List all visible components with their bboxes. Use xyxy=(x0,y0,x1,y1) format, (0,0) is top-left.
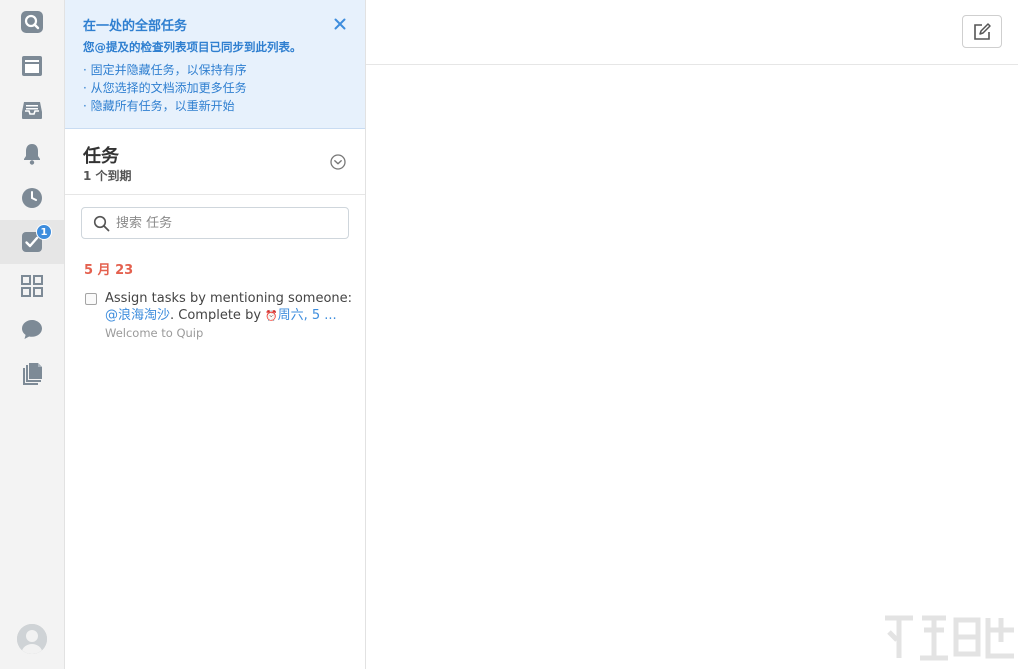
banner-subtitle: 您@提及的检查列表项目已同步到此列表。 xyxy=(83,40,302,54)
grid-icon xyxy=(21,275,43,297)
task-complete-by-text: . Complete by xyxy=(170,308,266,323)
task-list-item[interactable]: Assign tasks by mentioning someone: @浪海淘… xyxy=(81,288,361,348)
date-group-heading: 5 月 23 xyxy=(84,263,134,278)
rail-documents[interactable] xyxy=(0,44,64,88)
banner-bullet-list: · 固定并隐藏任务，以保持有序 · 从您选择的文档添加更多任务 · 隐藏所有任务… xyxy=(83,61,247,115)
alarm-clock-icon: ⏰ xyxy=(265,311,278,322)
tasks-due-count: 1 个到期 xyxy=(83,169,132,183)
document-icon xyxy=(22,56,42,76)
banner-bullet: · 隐藏所有任务，以重新开始 xyxy=(83,99,235,113)
search-icon xyxy=(21,11,43,33)
compose-edit-icon xyxy=(974,22,991,40)
banner-title: 在一处的全部任务 xyxy=(83,19,188,34)
avatar-person-icon xyxy=(17,624,47,654)
rail-recent[interactable] xyxy=(0,176,64,220)
task-search-input[interactable] xyxy=(116,212,341,234)
task-mention-link[interactable]: @浪海淘沙 xyxy=(105,308,170,323)
bell-icon xyxy=(24,144,40,165)
rail-search[interactable] xyxy=(0,0,64,44)
task-due-date[interactable]: 周六, 5 ... xyxy=(278,308,337,323)
close-icon xyxy=(334,18,346,30)
task-text-line2: @浪海淘沙. Complete by ⏰周六, 5 ... xyxy=(105,307,355,325)
compose-button[interactable] xyxy=(962,15,1002,48)
user-avatar[interactable] xyxy=(17,624,47,654)
tasks-title: 任务 xyxy=(83,146,119,167)
rail-apps[interactable] xyxy=(0,264,64,308)
app-window: 1 在一处的全部任务 您@提及的检查列表项目已同步到此列表。 · 固定并隐藏任务… xyxy=(0,0,1018,669)
tasks-header: 任务 1 个到期 xyxy=(65,129,365,195)
chevron-down-circle-icon xyxy=(330,154,346,170)
sidebar-rail: 1 xyxy=(0,0,65,669)
task-text: Assign tasks by mentioning someone: @浪海淘… xyxy=(105,290,355,325)
task-search-box xyxy=(81,207,349,239)
task-source-document[interactable]: Welcome to Quip xyxy=(105,326,203,340)
info-banner: 在一处的全部任务 您@提及的检查列表项目已同步到此列表。 · 固定并隐藏任务，以… xyxy=(65,0,365,129)
rail-notifications[interactable] xyxy=(0,132,64,176)
tasks-count-badge: 1 xyxy=(36,224,52,240)
clock-icon xyxy=(22,188,42,208)
banner-close-button[interactable] xyxy=(331,15,349,33)
rail-chat[interactable] xyxy=(0,308,64,352)
main-toolbar xyxy=(366,0,1018,65)
rail-tasks[interactable]: 1 xyxy=(0,220,64,264)
watermark-logo xyxy=(885,615,1014,661)
inbox-icon xyxy=(22,102,42,119)
rail-inbox[interactable] xyxy=(0,88,64,132)
tasks-panel: 在一处的全部任务 您@提及的检查列表项目已同步到此列表。 · 固定并隐藏任务，以… xyxy=(65,0,366,669)
banner-bullet: · 从您选择的文档添加更多任务 xyxy=(83,81,247,95)
rail-all-documents[interactable] xyxy=(0,352,64,396)
tasks-options-button[interactable] xyxy=(329,153,347,171)
search-icon xyxy=(93,215,110,232)
main-content xyxy=(366,0,1018,669)
chat-icon xyxy=(22,320,42,339)
documents-stack-icon xyxy=(23,363,42,385)
task-text-line1: Assign tasks by mentioning someone: xyxy=(105,291,353,306)
banner-bullet: · 固定并隐藏任务，以保持有序 xyxy=(83,63,247,77)
task-checkbox[interactable] xyxy=(85,293,97,305)
